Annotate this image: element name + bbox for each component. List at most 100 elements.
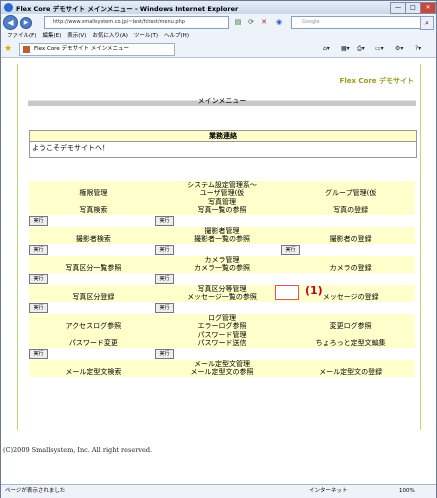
menu-row: 権限管理 ユーザ管理(仮 グループ管理(仮 — [29, 189, 415, 198]
button-row: 実行 実行 — [29, 215, 415, 227]
exec-button[interactable]: 実行 — [29, 274, 48, 284]
menu-row: パスワード変更 パスワード送信 ちょろっと定型文編集 — [29, 339, 415, 348]
button-row: 実行 実行 実行 — [29, 244, 415, 256]
exec-button[interactable]: 実行 — [281, 245, 300, 255]
section-title: カメラ管理 — [29, 256, 415, 264]
menu-item-label: 撮影者の登録 — [329, 235, 372, 243]
menu-item-label: メール定型文検索 — [65, 368, 122, 376]
button-row: 実行 実行 — [29, 348, 415, 360]
menu-item-label: ちょろっと定型文編集 — [315, 339, 386, 347]
refresh-icon[interactable]: ⟳ — [246, 17, 256, 27]
menu-item-label: エラーログ参照 — [197, 322, 247, 330]
button-row: 実行 実行 — [29, 302, 415, 314]
menu-item-label: 権限管理 — [79, 189, 108, 197]
menu-item-label: メール定型文の参照 — [190, 368, 254, 376]
exec-button[interactable]: 実行 — [29, 216, 48, 226]
menu-favorites[interactable]: お気に入り(A) — [92, 31, 128, 41]
status-text: ページが表示されました — [5, 488, 66, 494]
section-title: 写真区分等管理 — [29, 285, 415, 293]
maximize-button[interactable]: □ — [405, 2, 421, 14]
search-icon[interactable]: ⌕ — [420, 16, 434, 30]
menu-row: 写真区分登録 メッセージ一覧の参照 メッセージの登録 — [29, 293, 415, 302]
section-title: メール定型文管理 — [29, 360, 415, 368]
print-icon[interactable]: ⎙▾ — [357, 44, 365, 54]
ie-logo-icon — [4, 3, 13, 12]
menu-item-label: 変更ログ参照 — [329, 322, 372, 330]
menu-tools[interactable]: ツール(T) — [134, 31, 158, 41]
browser-tab[interactable]: Flex Core デモサイト メインメニュー — [19, 43, 175, 56]
exec-button[interactable]: 実行 — [155, 349, 174, 359]
exec-button[interactable]: 実行 — [155, 274, 174, 284]
menu-item-label: アクセスログ参照 — [65, 322, 122, 330]
menu-item-label: パスワード変更 — [68, 339, 118, 347]
site-brand: Flex Core デモサイト — [339, 77, 414, 85]
window-title: Flex Core デモサイト メインメニュー - Windows Intern… — [16, 4, 239, 13]
menu-edit[interactable]: 編集(E) — [42, 31, 61, 41]
exec-button[interactable]: 実行 — [155, 216, 174, 226]
section-title: パスワード管理 — [29, 331, 415, 339]
menu-item-label: グループ管理(仮 — [325, 189, 377, 197]
section-title: 写真管理 — [29, 198, 415, 206]
zoom-level[interactable]: 100% — [399, 485, 415, 498]
favorites-star-icon[interactable]: ★ — [4, 44, 12, 54]
menu-item-label: 写真区分登録 — [72, 293, 115, 301]
notice-header: 業務連絡 — [30, 131, 416, 142]
live-search-icon[interactable]: ◉ — [274, 17, 284, 27]
menu-item-label: メッセージ一覧の参照 — [187, 293, 257, 301]
feeds-icon[interactable]: ▦▾ — [341, 44, 350, 54]
notice-body: ようこそデモサイトへ！ — [32, 144, 109, 152]
menu-item-label: ユーザ管理(仮 — [199, 189, 245, 197]
home-icon[interactable]: ⌂▾ — [323, 44, 330, 54]
tab-bar: ★ Flex Core デモサイト メインメニュー ⌂▾ ▦▾ ⎙▾ ▭▾ ⚙▾… — [1, 41, 436, 58]
notice-box: 業務連絡 ようこそデモサイトへ！ — [29, 130, 417, 158]
copyright: (C)2009 Smallsystem, Inc. All right rese… — [3, 446, 153, 454]
menu-item-label: 写真の登録 — [333, 206, 369, 214]
menu-view[interactable]: 表示(V) — [67, 31, 86, 41]
page-title: メインメニュー — [28, 97, 416, 106]
menu-file[interactable]: ファイル(F) — [7, 31, 36, 41]
menu-item-label: 写真区分一覧参照 — [65, 264, 122, 272]
section-title: ログ管理 — [29, 314, 415, 322]
address-bar: ◀ ▶ http://www.smallsystem.co.jp/~test/f… — [1, 14, 436, 31]
menu-row: 写真検索 写真一覧の参照 写真の登録 — [29, 206, 415, 215]
menu-item-label: 撮影者検索 — [75, 235, 111, 243]
menu-row: 写真区分一覧参照 カメラ一覧の参照 カメラの登録 — [29, 264, 415, 273]
exec-button[interactable]: 実行 — [29, 245, 48, 255]
browser-window: Flex Core デモサイト メインメニュー - Windows Intern… — [0, 0, 437, 498]
page-viewport: Flex Core デモサイト メインメニュー 業務連絡 ようこそデモサイトへ！… — [1, 58, 436, 484]
exec-button[interactable]: 実行 — [155, 245, 174, 255]
close-button[interactable]: ✕ — [420, 2, 436, 14]
exec-button[interactable]: 実行 — [155, 303, 174, 313]
menu-grid: システム設定管理系～ 権限管理 ユーザ管理(仮 グループ管理(仮 写真管理 写真検索 写真一… — [29, 181, 415, 377]
menu-item-label: メール定型文の登録 — [319, 368, 383, 376]
stop-icon[interactable]: ✕ — [259, 17, 269, 27]
minimize-button[interactable]: — — [390, 2, 406, 14]
compat-view-icon[interactable]: ▤ — [233, 17, 243, 27]
page-frame: Flex Core デモサイト メインメニュー 業務連絡 ようこそデモサイトへ！… — [17, 64, 421, 430]
menu-item-label: 写真一覧の参照 — [197, 206, 247, 214]
menu-help[interactable]: ヘルプ(H) — [164, 31, 189, 41]
search-input[interactable]: Google — [291, 16, 428, 29]
section-title: 撮影者管理 — [29, 227, 415, 235]
exec-button[interactable]: 実行 — [29, 349, 48, 359]
menu-item-label: 撮影者一覧の参照 — [194, 235, 250, 243]
url-input[interactable]: http://www.smallsystem.co.jp/~test/fctes… — [44, 16, 229, 29]
back-button[interactable]: ◀ — [3, 15, 18, 30]
exec-button[interactable]: 実行 — [29, 303, 48, 313]
menu-bar: ファイル(F) 編集(E) 表示(V) お気に入り(A) ツール(T) ヘルプ(… — [1, 31, 436, 41]
menu-row: アクセスログ参照 エラーログ参照 変更ログ参照 — [29, 322, 415, 331]
tools-menu-icon[interactable]: ⚙▾ — [395, 44, 403, 54]
menu-row: 撮影者検索 撮影者一覧の参照 撮影者の登録 — [29, 235, 415, 244]
help-icon[interactable]: ?▾ — [415, 44, 421, 54]
menu-item-label: 写真検索 — [79, 206, 108, 214]
page-menu-icon[interactable]: ▭▾ — [375, 44, 384, 54]
menu-item-label: カメラの登録 — [329, 264, 372, 272]
menu-row: メール定型文検索 メール定型文の参照 メール定型文の登録 — [29, 368, 415, 377]
forward-button[interactable]: ▶ — [20, 16, 32, 29]
menu-item-label: カメラ一覧の参照 — [194, 264, 250, 272]
menu-item-label: パスワード送信 — [197, 339, 247, 347]
security-zone: インターネット — [309, 488, 348, 494]
annotation-box — [275, 285, 299, 300]
button-row: 実行 実行 — [29, 273, 415, 285]
title-bar: Flex Core デモサイト メインメニュー - Windows Intern… — [1, 1, 436, 14]
